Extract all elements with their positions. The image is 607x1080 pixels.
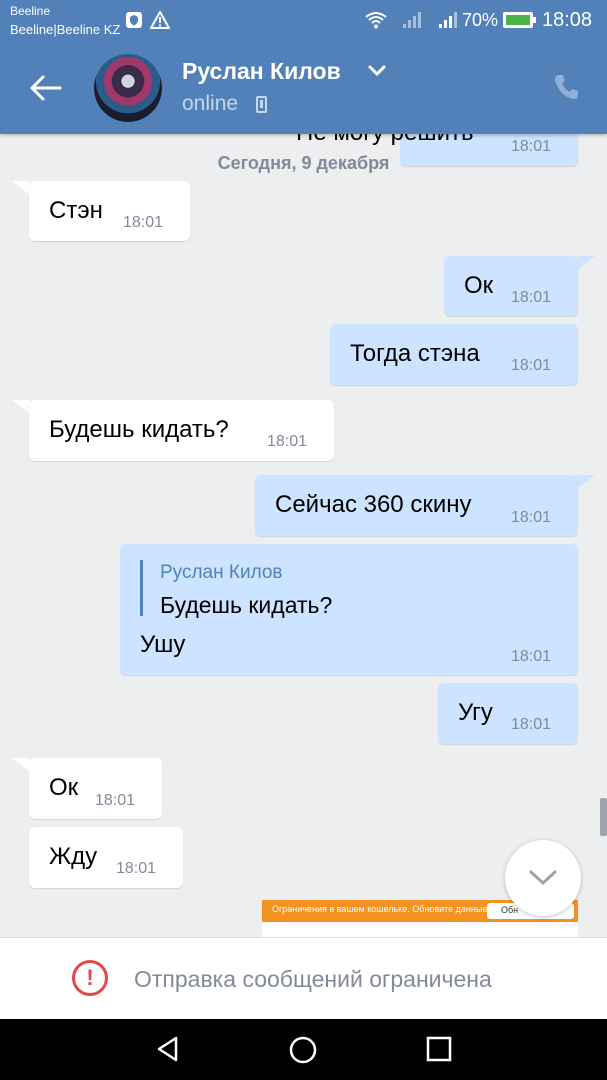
message-time: 18:01 (95, 792, 136, 809)
message-bubble-reply[interactable]: Руслан Килов Будешь кидать? Ушу 18:01 (120, 544, 578, 675)
message-bubble-in[interactable]: Будешь кидать? 18:01 (29, 400, 334, 461)
message-text: Ушу (140, 631, 186, 658)
message-text: Сейчас 360 скину (275, 491, 472, 518)
message-text: Стэн (49, 197, 103, 224)
message-time: 18:01 (123, 214, 164, 231)
status-bar: Beeline Beeline|Beeline KZ 70% 18:08 (0, 0, 607, 42)
battery-icon (503, 12, 536, 28)
nav-recents-icon[interactable] (425, 1035, 453, 1068)
message-bubble-out[interactable]: Тогда стэна 18:01 (330, 324, 578, 385)
message-time: 18:01 (511, 357, 552, 374)
message-bubble-out[interactable]: Сейчас 360 скину 18:01 (255, 475, 578, 536)
chat-header: Руслан Килов online (0, 42, 607, 134)
message-text: Жду (49, 843, 98, 870)
message-time: 18:01 (511, 289, 552, 306)
message-text: Будешь кидать? (49, 416, 229, 443)
shield-icon (125, 11, 143, 34)
android-nav-bar (0, 1019, 607, 1080)
contact-name[interactable]: Руслан Килов (182, 58, 341, 85)
chevron-down-icon[interactable] (368, 64, 386, 77)
message-text: Угу (458, 699, 493, 726)
message-bubble-in[interactable]: Стэн 18:01 (29, 181, 190, 241)
message-text: Ок (49, 774, 79, 801)
message-text: Не могу решить (296, 134, 473, 147)
alert-circle-icon: ! (72, 960, 108, 996)
scroll-down-button[interactable] (505, 840, 581, 916)
mobile-icon (256, 96, 267, 113)
quote-author[interactable]: Руслан Килов (160, 562, 283, 584)
message-bubble-out[interactable]: Угу 18:01 (438, 683, 578, 744)
message-time: 18:01 (511, 716, 552, 733)
carrier-detail: Beeline|Beeline KZ (10, 22, 121, 37)
clock: 18:08 (542, 9, 593, 31)
avatar[interactable] (94, 54, 162, 122)
message-time: 18:01 (116, 860, 157, 877)
signal-icon (402, 11, 422, 34)
signal-icon (438, 11, 458, 34)
battery-percent: 70% (462, 10, 499, 30)
nav-home-icon[interactable] (288, 1035, 318, 1070)
message-text: Ок (464, 272, 494, 299)
phone-icon[interactable] (552, 72, 582, 102)
ad-text: Ограничения в вашем кошельке. Обновите д… (272, 904, 490, 914)
quote-text: Будешь кидать? (160, 592, 333, 618)
wifi-icon (364, 11, 388, 34)
scrollbar-thumb[interactable] (600, 798, 607, 836)
date-separator: Сегодня, 9 декабря (217, 153, 390, 173)
back-arrow-icon[interactable] (28, 72, 64, 104)
message-text: Тогда стэна (350, 340, 480, 367)
restriction-bar: ! Отправка сообщений ограничена (0, 937, 607, 1019)
restriction-text: Отправка сообщений ограничена (134, 966, 492, 992)
nav-back-icon[interactable] (154, 1035, 182, 1068)
message-bubble-in[interactable]: Жду 18:01 (29, 827, 183, 888)
message-time: 18:01 (511, 648, 552, 665)
warning-icon (149, 9, 171, 34)
quote-bar (140, 560, 143, 616)
chevron-down-icon (529, 870, 557, 886)
message-list[interactable]: Не могу решить 18:01 Сегодня, 9 декабря … (0, 134, 607, 937)
carrier-name: Beeline (10, 4, 51, 18)
message-bubble-out[interactable]: Ок 18:01 (444, 256, 578, 316)
message-time: 18:01 (267, 433, 308, 450)
message-time: 18:01 (511, 509, 552, 526)
message-bubble-in[interactable]: Ок 18:01 (29, 758, 162, 819)
online-status: online (182, 92, 239, 115)
